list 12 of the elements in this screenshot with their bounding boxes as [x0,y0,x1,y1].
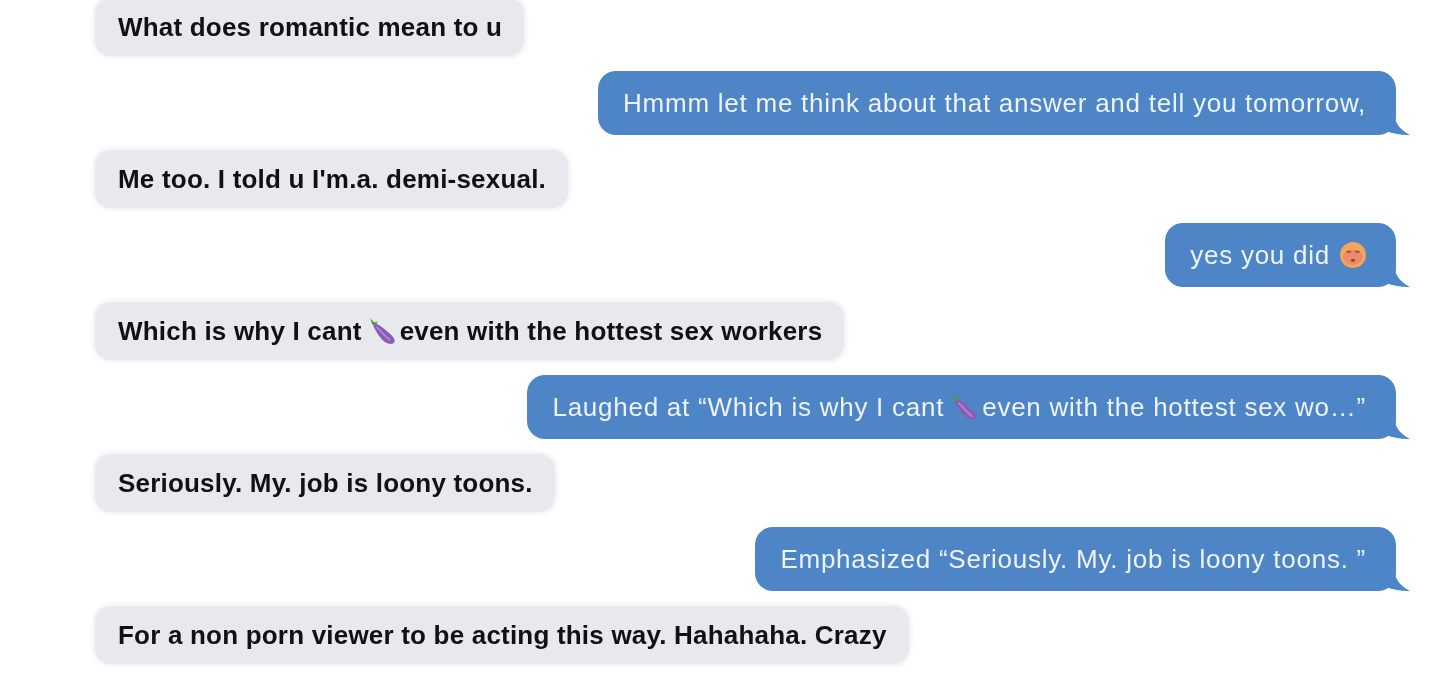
message-text: What does romantic mean to u [118,11,503,43]
message-text: even with the hottest sex wo…” [982,391,1366,423]
message-text: Laughed at “Which is why I cant [552,391,945,423]
message-text: Emphasized “Seriously. My. job is loony toons. ” [780,543,1366,575]
flushed-face-icon [1340,242,1366,268]
message-text: Me too. I told u I'm.a. demi-sexual. [118,163,546,195]
message-text: yes you did [1190,239,1330,271]
message-text: For a non porn viewer to be acting this way. Hahahaha. Crazy [118,619,887,651]
message-text: Hmmm let me think about that answer and tell you tomorrow, [623,87,1366,119]
message-text: even with the hottest sex workers [399,315,823,347]
message-text: Which is why I cant [118,315,362,347]
message-text: Seriously. My. job is loony toons. [118,467,533,499]
